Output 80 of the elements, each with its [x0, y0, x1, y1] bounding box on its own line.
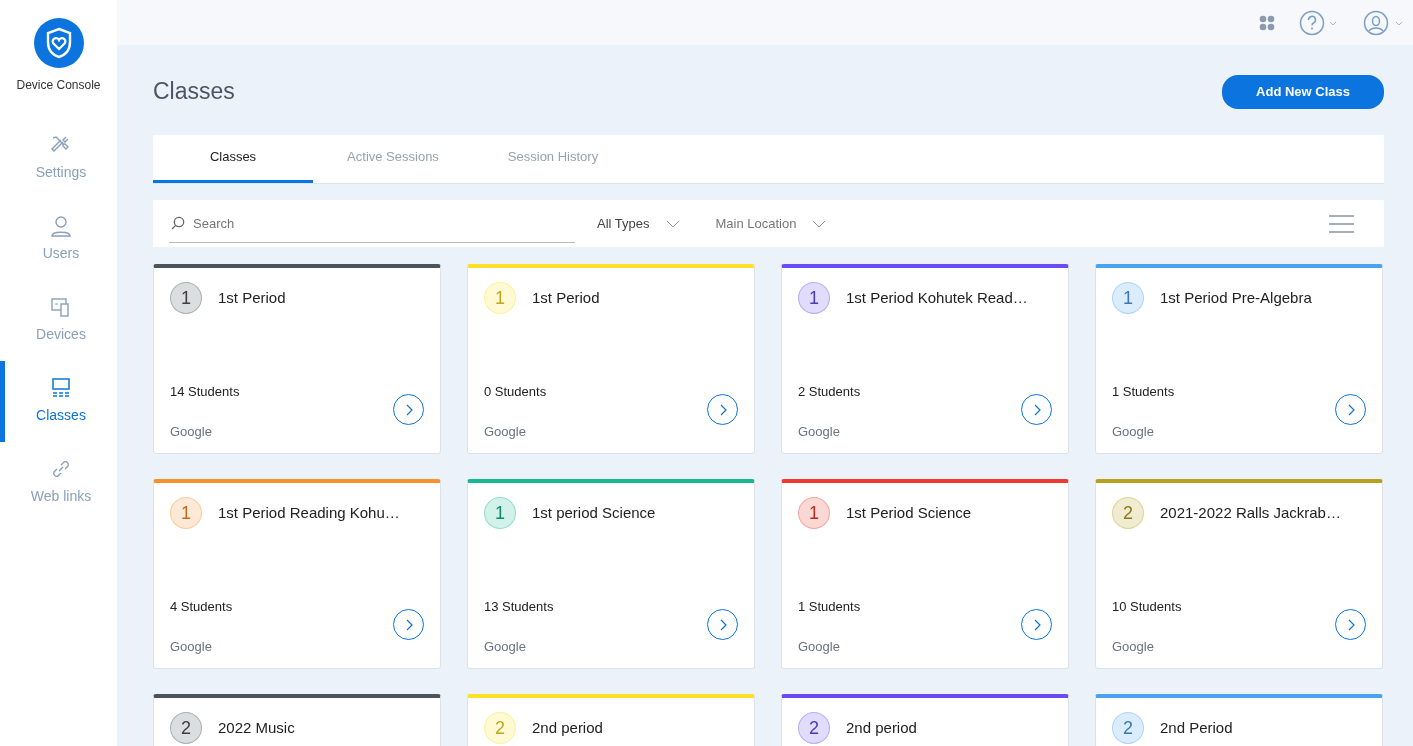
provider-name: Google — [170, 422, 213, 441]
class-name: 1st Period Kohutek Read… — [846, 287, 1028, 308]
class-number: 1 — [484, 497, 516, 529]
class-name: 1st period Science — [532, 502, 656, 523]
menu-icon[interactable] — [1329, 214, 1354, 233]
student-count: 14 Students — [170, 383, 240, 401]
class-number: 1 — [170, 282, 202, 314]
student-count: 2 Students — [798, 383, 861, 401]
user-icon — [50, 215, 72, 237]
location-dropdown[interactable]: Main Location — [709, 212, 833, 235]
provider-name: Google — [1112, 422, 1155, 441]
class-name: 1st Period Reading Kohu… — [218, 502, 400, 523]
class-name: 2021-2022 Ralls Jackrab… — [1160, 502, 1341, 523]
help-icon[interactable] — [1299, 9, 1339, 36]
class-card[interactable]: 2 2nd period — [781, 694, 1069, 746]
search-input[interactable]: Search — [193, 208, 575, 238]
class-card[interactable]: 2 2021-2022 Ralls Jackrab… 10 Students Google — [1095, 479, 1383, 669]
provider-name: Google — [1112, 637, 1155, 656]
student-count: 1 Students — [798, 598, 861, 616]
add-class-button[interactable]: Add New Class — [1222, 75, 1384, 109]
provider-name: Google — [484, 422, 527, 441]
type-dropdown[interactable]: All Types — [591, 212, 686, 235]
class-number: 1 — [170, 497, 202, 529]
open-class-button[interactable] — [1021, 394, 1052, 425]
class-number: 2 — [170, 712, 202, 744]
class-name: 1st Period — [532, 287, 600, 308]
tab[interactable]: Classes — [153, 134, 313, 183]
chevron-down-icon — [812, 219, 827, 228]
class-name: 1st Period Pre-Algebra — [1160, 287, 1312, 308]
class-card[interactable]: 1 1st Period Pre-Algebra 1 Students Google — [1095, 264, 1383, 454]
open-class-button[interactable] — [1335, 394, 1366, 425]
class-card[interactable]: 1 1st Period Science 1 Students Google — [781, 479, 1069, 669]
sidebar-item[interactable]: Classes — [0, 361, 117, 442]
devices-icon — [50, 296, 72, 318]
class-number: 1 — [484, 282, 516, 314]
chevron-down-icon — [665, 219, 680, 228]
class-number: 2 — [1112, 712, 1144, 744]
account-icon[interactable] — [1363, 9, 1405, 36]
class-number: 1 — [1112, 282, 1144, 314]
class-number: 2 — [484, 712, 516, 744]
student-count: 4 Students — [170, 598, 233, 616]
class-name: 1st Period Science — [846, 502, 972, 523]
open-class-button[interactable] — [707, 609, 738, 640]
open-class-button[interactable] — [393, 609, 424, 640]
class-name: 2nd period — [846, 717, 917, 738]
provider-name: Google — [170, 637, 213, 656]
provider-name: Google — [798, 637, 841, 656]
class-card[interactable]: 2 2nd period — [467, 694, 755, 746]
class-number: 2 — [798, 712, 830, 744]
student-count: 10 Students — [1112, 598, 1182, 616]
class-card[interactable]: 2 2nd Period — [1095, 694, 1383, 746]
class-card[interactable]: 1 1st Period 14 Students Google — [153, 264, 441, 454]
open-class-button[interactable] — [707, 394, 738, 425]
class-number: 2 — [1112, 497, 1144, 529]
provider-name: Google — [484, 637, 527, 656]
link-icon — [50, 458, 72, 480]
student-count: 1 Students — [1112, 383, 1175, 401]
open-class-button[interactable] — [1021, 609, 1052, 640]
class-card[interactable]: 2 2022 Music — [153, 694, 441, 746]
brand-name: Device Console — [15, 77, 102, 94]
class-card[interactable]: 1 1st period Science 13 Students Google — [467, 479, 755, 669]
provider-name: Google — [798, 422, 841, 441]
class-card[interactable]: 1 1st Period Reading Kohu… 4 Students Google — [153, 479, 441, 669]
logo-icon — [33, 18, 84, 68]
student-count: 13 Students — [484, 598, 554, 616]
class-name: 2022 Music — [218, 717, 295, 738]
class-name: 1st Period — [218, 287, 286, 308]
student-count: 0 Students — [484, 383, 547, 401]
apps-icon[interactable] — [1259, 14, 1275, 31]
page-title: Classes — [153, 77, 235, 106]
class-number: 1 — [798, 497, 830, 529]
search-icon — [171, 216, 185, 230]
class-number: 1 — [798, 282, 830, 314]
class-card[interactable]: 1 1st Period 0 Students Google — [467, 264, 755, 454]
class-card[interactable]: 1 1st Period Kohutek Read… 2 Students Google — [781, 264, 1069, 454]
class-name: 2nd Period — [1160, 717, 1233, 738]
open-class-button[interactable] — [1335, 609, 1366, 640]
open-class-button[interactable] — [393, 394, 424, 425]
classes-icon — [50, 377, 72, 399]
class-name: 2nd period — [532, 717, 603, 738]
